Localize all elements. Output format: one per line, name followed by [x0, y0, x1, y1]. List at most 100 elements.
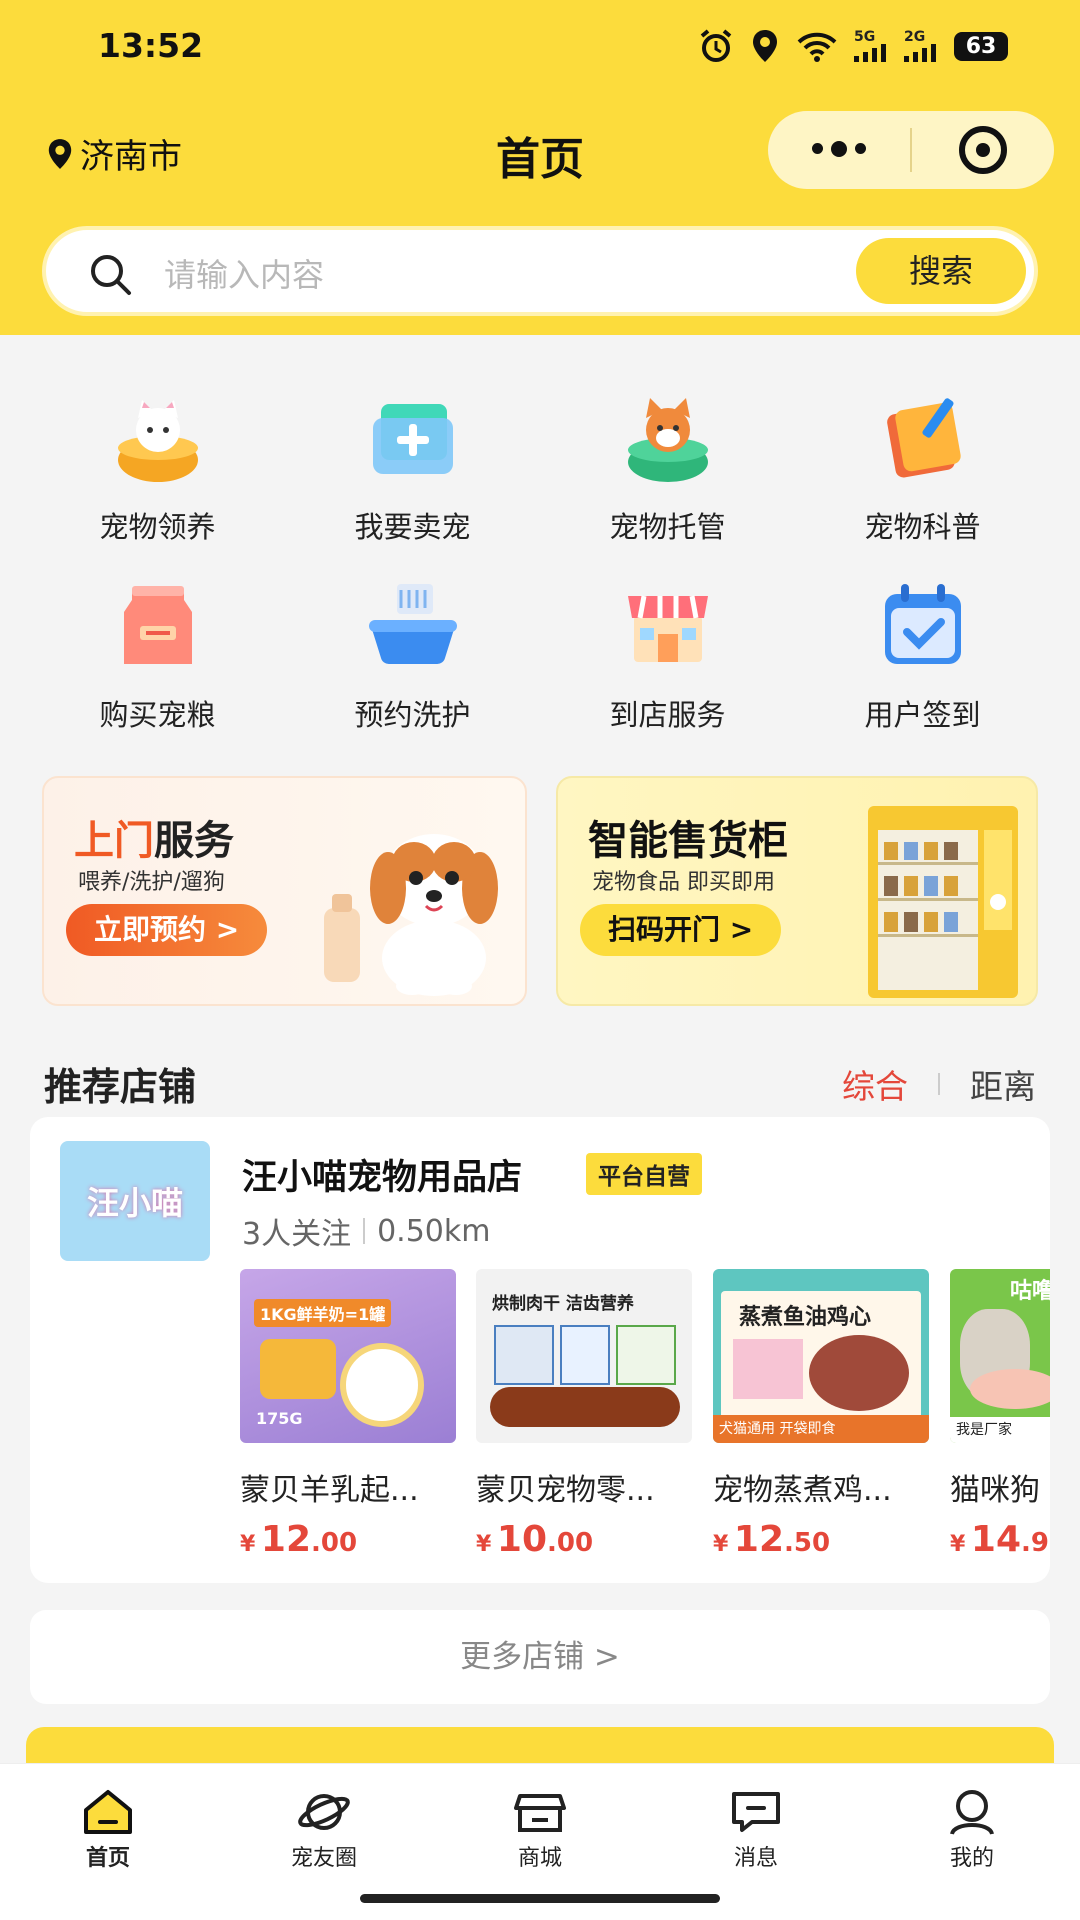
product-name: 蒙贝宠物零... [476, 1473, 655, 1508]
service-grid: 宠物领养 我要卖宠 宠物托管 宠物科普 购买宠粮 预约洗护 到店服务 用户签到 [30, 388, 1050, 764]
product-item[interactable]: 烘制肉干 洁齿营养 蒙贝宠物零... ¥ 10.00 [476, 1269, 692, 1560]
grid-item-knowledge[interactable]: 宠物科普 [795, 388, 1050, 576]
bath-tub-icon [368, 584, 457, 665]
product-price: ¥ 12.00 [240, 1519, 358, 1560]
target-icon [959, 126, 1007, 174]
battery-icon: 63 [954, 31, 1008, 61]
product-list: 1KG鲜羊奶=1罐 175G 蒙贝羊乳起... ¥ 12.00 烘制肉干 洁齿营… [240, 1269, 1050, 1569]
product-image: 1KG鲜羊奶=1罐 175G [240, 1269, 456, 1443]
grid-item-boarding[interactable]: 宠物托管 [540, 388, 795, 576]
more-button[interactable] [768, 111, 910, 189]
search-input[interactable]: 请输入内容 [164, 250, 324, 296]
product-price: ¥ 14.9 [950, 1519, 1049, 1560]
store-icon [627, 595, 708, 662]
tab-mine[interactable]: 我的 [897, 1788, 1047, 1872]
scan-open-button[interactable]: 扫码开门 > [580, 904, 782, 956]
puppy-illustration [324, 834, 498, 996]
book-now-button[interactable]: 立即预约 > [66, 904, 268, 956]
grid-label: 预约洗护 [354, 698, 471, 732]
calendar-check-icon [884, 584, 961, 664]
grid-label: 宠物领养 [99, 510, 216, 544]
self-operated-badge: 平台自营 [586, 1153, 702, 1195]
tab-messages[interactable]: 消息 [681, 1788, 831, 1872]
grid-label: 我要卖宠 [354, 510, 471, 544]
grid-label: 宠物科普 [864, 510, 981, 544]
message-icon [732, 1792, 780, 1832]
grid-item-check-in[interactable]: 用户签到 [795, 576, 1050, 764]
shop-meta: 3人关注 0.50km [242, 1209, 491, 1253]
product-name: 蒙贝羊乳起... [240, 1473, 419, 1508]
grid-item-sell[interactable]: 我要卖宠 [285, 388, 540, 576]
nav-bar: 济南市 首页 [0, 105, 1080, 195]
header: 13:52 5G 2G 63 济南市 首页 请输入内容 搜索 [0, 0, 1080, 335]
home-indicator [360, 1894, 720, 1903]
shop-card[interactable]: 汪小喵 汪小喵宠物用品店 平台自营 3人关注 0.50km 1KG鲜羊奶=1罐 1… [30, 1117, 1050, 1583]
tab-label: 商城 [517, 1846, 562, 1871]
vending-machine-illustration [868, 806, 1018, 998]
tab-label: 消息 [733, 1846, 778, 1871]
close-button[interactable] [912, 111, 1054, 189]
tab-mall[interactable]: 商城 [465, 1788, 615, 1872]
grid-item-grooming[interactable]: 预约洗护 [285, 576, 540, 764]
status-time: 13:52 [98, 26, 204, 65]
dog-bed-icon [627, 398, 708, 482]
banner-title: 智能售货柜 [588, 818, 788, 864]
location-icon [753, 30, 777, 62]
shop-icon [514, 1794, 566, 1832]
tab-label: 宠友圈 [290, 1846, 357, 1871]
book-pencil-icon [886, 398, 961, 478]
status-bar: 13:52 5G 2G 63 [0, 0, 1080, 95]
grid-item-adopt[interactable]: 宠物领养 [30, 388, 285, 576]
tab-home[interactable]: 首页 [33, 1788, 183, 1872]
food-bag-icon [123, 586, 192, 664]
banner-subtitle: 宠物食品 即买即用 [592, 870, 775, 895]
sort-distance[interactable]: 距离 [970, 1060, 1036, 1108]
more-dots-icon [812, 141, 866, 157]
promo-banners: 上门服务 喂养/洗护/遛狗 立即预约 > 智能售货柜 宠物食品 即买即用 扫码开… [42, 776, 1038, 1006]
signal-2g: 2G [904, 30, 938, 62]
grid-label: 用户签到 [864, 698, 981, 732]
product-item[interactable]: 咕噜 我是厂家 猫咪狗 ¥ 14.9 [950, 1269, 1050, 1560]
product-price: ¥ 10.00 [476, 1519, 594, 1560]
section-title: 推荐店铺 [44, 1065, 197, 1109]
wifi-icon [797, 32, 837, 62]
status-icons: 5G 2G 63 [698, 28, 1008, 64]
signal-5g: 5G [854, 30, 888, 62]
grid-label: 到店服务 [609, 698, 726, 732]
tab-label: 首页 [85, 1846, 130, 1871]
home-icon [84, 1790, 132, 1834]
home-service-banner[interactable]: 上门服务 喂养/洗护/遛狗 立即预约 > [42, 776, 527, 1006]
banner-title: 上门服务 [74, 818, 234, 864]
search-button[interactable]: 搜索 [856, 238, 1026, 304]
product-name: 宠物蒸煮鸡... [713, 1473, 892, 1508]
followers-count: 3人关注 [242, 1217, 352, 1252]
product-image: 咕噜 我是厂家 [950, 1269, 1050, 1443]
grid-label: 购买宠粮 [99, 698, 216, 732]
alarm-icon [700, 29, 732, 62]
search-icon [91, 255, 131, 295]
product-item[interactable]: 1KG鲜羊奶=1罐 175G 蒙贝羊乳起... ¥ 12.00 [240, 1269, 456, 1560]
sort-comprehensive[interactable]: 综合 [842, 1060, 908, 1108]
grid-item-store-service[interactable]: 到店服务 [540, 576, 795, 764]
section-header: 推荐店铺 综合 距离 [44, 1052, 1036, 1109]
mini-program-capsule [768, 111, 1054, 189]
product-name: 猫咪狗 [950, 1473, 1040, 1508]
vending-banner[interactable]: 智能售货柜 宠物食品 即买即用 扫码开门 > [556, 776, 1038, 1006]
product-image: 蒸煮鱼油鸡心 犬猫通用 开袋即食 [713, 1269, 929, 1443]
shop-name: 汪小喵宠物用品店 [242, 1158, 523, 1198]
planet-icon [298, 1794, 350, 1830]
user-icon [950, 1790, 994, 1835]
grid-item-buy-food[interactable]: 购买宠粮 [30, 576, 285, 764]
folder-plus-icon [372, 404, 453, 474]
banner-subtitle: 喂养/洗护/遛狗 [78, 870, 225, 895]
cat-bowl-icon [117, 400, 198, 482]
tab-pet-friends[interactable]: 宠友圈 [249, 1788, 399, 1872]
sort-options: 综合 距离 [842, 1060, 1036, 1108]
search-bar: 请输入内容 搜索 [42, 226, 1038, 316]
product-image: 烘制肉干 洁齿营养 [476, 1269, 692, 1443]
product-item[interactable]: 蒸煮鱼油鸡心 犬猫通用 开袋即食 宠物蒸煮鸡... ¥ 12.50 [713, 1269, 929, 1560]
product-price: ¥ 12.50 [713, 1519, 831, 1560]
more-shops-button[interactable]: 更多店铺 > [30, 1610, 1050, 1704]
tab-label: 我的 [949, 1846, 994, 1871]
shop-distance: 0.50km [377, 1213, 491, 1249]
